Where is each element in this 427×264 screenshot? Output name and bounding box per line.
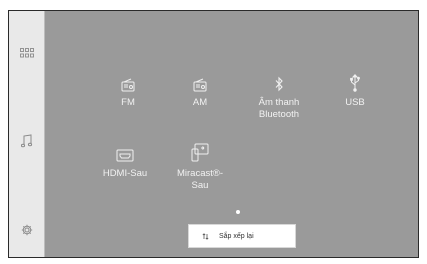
source-label: Âm thanh Bluetooth [258,97,300,120]
grid-icon [20,48,34,58]
miracast-icon [191,139,209,163]
sidebar-item-settings[interactable] [9,214,45,246]
source-label: USB [345,97,365,108]
rearrange-icon [202,232,209,240]
gear-icon [21,224,33,236]
sidebar [9,11,45,257]
hdmi-icon [116,139,134,163]
music-note-icon [21,134,33,148]
source-tile-bluetooth-audio[interactable]: Âm thanh Bluetooth [239,68,319,121]
source-label: FM [121,97,135,108]
radio-icon [193,68,207,92]
audio-source-screen: FM AM Âm thanh Bluetooth USB HDMI-Sau Mi… [8,10,419,258]
radio-icon [121,68,135,92]
source-tile-fm[interactable]: FM [88,68,168,109]
sidebar-item-music[interactable] [9,125,45,157]
source-label: HDMI-Sau [102,168,148,179]
usb-icon [349,68,361,92]
rearrange-label: Sắp xếp lại [219,232,254,240]
source-tile-miracast-rear[interactable]: Miracast®- Sau [160,139,240,192]
rearrange-button[interactable]: Sắp xếp lại [188,224,296,248]
source-tile-am[interactable]: AM [160,68,240,109]
bluetooth-icon [274,68,284,92]
sidebar-item-apps[interactable] [9,37,45,69]
source-label: AM [192,97,208,108]
source-tile-usb[interactable]: USB [315,68,395,109]
source-tile-hdmi-rear[interactable]: HDMI-Sau [85,139,165,180]
source-label: Miracast®- Sau [176,168,224,191]
page-indicator-dot [236,210,240,214]
